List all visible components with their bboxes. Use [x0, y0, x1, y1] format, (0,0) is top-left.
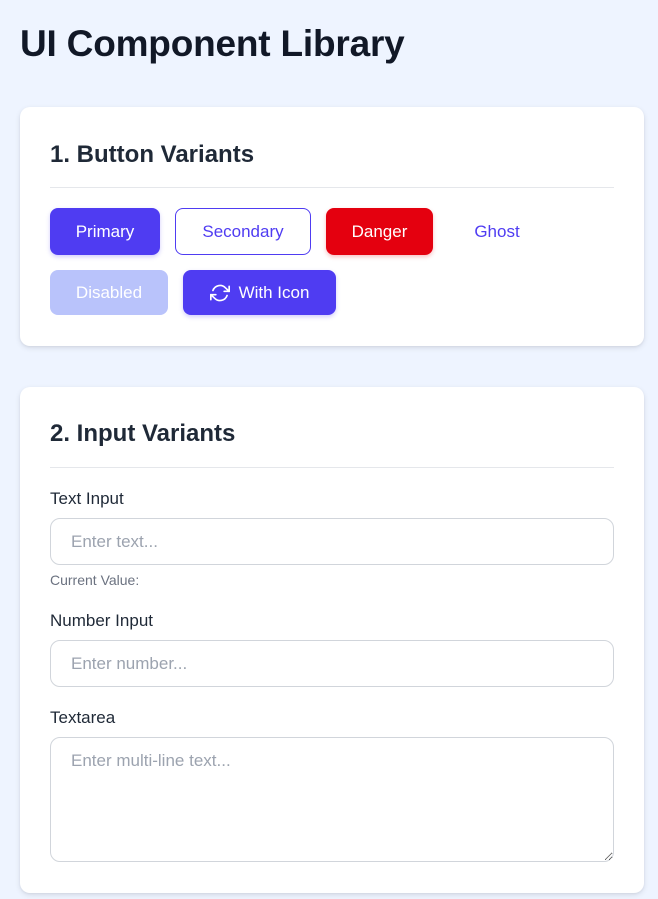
- input-variants-card: 2. Input Variants Text Input Current Val…: [20, 387, 644, 893]
- disabled-button: Disabled: [50, 270, 168, 315]
- refresh-icon: [209, 284, 230, 301]
- section-divider: [50, 187, 614, 188]
- text-input-label: Text Input: [50, 489, 124, 508]
- ghost-button[interactable]: Ghost: [448, 208, 546, 255]
- current-value-text: Current Value:: [50, 572, 140, 588]
- textarea-field[interactable]: [50, 737, 614, 862]
- danger-button[interactable]: Danger: [326, 208, 433, 255]
- section-title-buttons: 1. Button Variants: [50, 141, 255, 168]
- number-input-label: Number Input: [50, 611, 153, 630]
- section-title-inputs: 2. Input Variants: [50, 420, 236, 447]
- primary-button[interactable]: Primary: [50, 208, 160, 255]
- with-icon-button[interactable]: With Icon: [183, 270, 336, 315]
- with-icon-label: With Icon: [238, 282, 310, 302]
- secondary-button[interactable]: Secondary: [175, 208, 311, 255]
- number-input[interactable]: [50, 640, 614, 687]
- button-variants-card: 1. Button Variants Primary Secondary Dan…: [20, 107, 644, 346]
- text-input[interactable]: [50, 518, 614, 565]
- section-divider: [50, 467, 614, 468]
- page-title: UI Component Library: [20, 23, 405, 64]
- textarea-label: Textarea: [50, 708, 116, 727]
